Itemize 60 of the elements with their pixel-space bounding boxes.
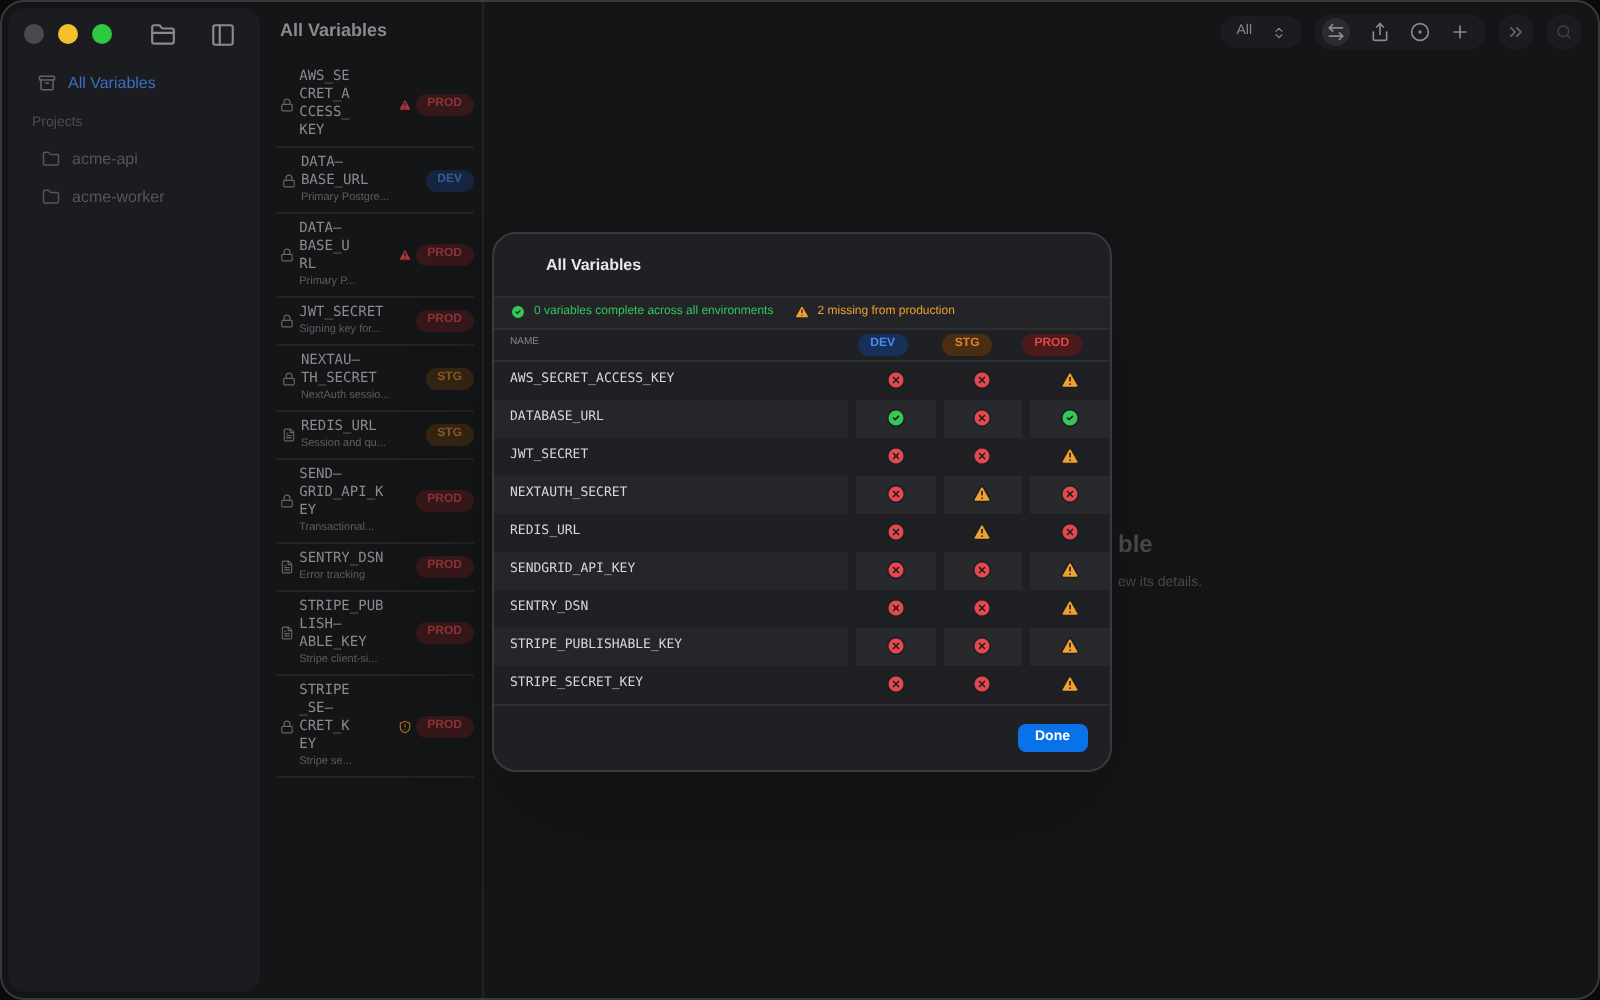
cross-icon [972,674,993,695]
chevron-up-down-icon [1272,25,1286,39]
cross-icon [1060,484,1081,505]
cross-icon [885,522,906,543]
chevrons-right-icon [1506,22,1526,42]
check-icon [885,408,906,429]
lock-icon [281,173,296,187]
warning-icon [1060,560,1081,581]
document-icon [281,428,296,442]
warning-icon [398,248,413,262]
cross-icon [885,370,906,391]
check-icon [510,304,526,321]
cross-icon [885,636,906,657]
warning-icon [1060,370,1081,391]
cross-icon [972,370,993,391]
lock-icon [280,719,295,733]
cross-icon [972,636,993,657]
cross-icon [972,560,993,581]
lock-icon [280,494,295,508]
add-icon[interactable] [1450,22,1470,42]
folder-icon [42,188,60,206]
cross-icon [885,598,906,619]
cross-icon [972,408,993,429]
lock-icon [280,97,295,111]
cross-icon [885,484,906,505]
document-icon [280,560,295,574]
folder-icon [42,150,60,168]
shield-icon [398,719,413,733]
cross-icon [1060,522,1081,543]
dialog-title: All Variables [544,254,644,278]
lock-icon [280,248,295,262]
sync-button[interactable] [1322,18,1350,46]
warning-icon [972,522,993,543]
warning-icon [972,484,993,505]
window-title: All Variables [280,18,388,45]
share-icon[interactable] [1370,22,1390,42]
sidebar-item[interactable]: All Variables [20,68,248,98]
cross-icon [885,674,906,695]
cross-icon [972,598,993,619]
warning-icon [1060,598,1081,619]
lock-icon [281,371,296,385]
warning-icon [1060,446,1081,467]
maximize-window-control[interactable] [92,24,112,44]
warning-icon [398,97,413,111]
warning-icon [1060,636,1081,657]
warning-icon [1060,674,1081,695]
target-icon[interactable] [1410,22,1430,42]
sidebar-toggle-icon[interactable] [210,21,236,47]
cross-icon [885,446,906,467]
warning-icon [793,304,810,321]
archive-icon [38,74,56,92]
check-icon [1060,408,1081,429]
cross-icon [885,560,906,581]
cross-icon [972,446,993,467]
lock-icon [280,314,295,328]
document-icon [280,626,295,640]
new-folder-icon[interactable] [150,21,176,47]
swap-icon [1326,22,1346,42]
minimize-window-control[interactable] [58,24,78,44]
search-icon [1556,24,1572,40]
